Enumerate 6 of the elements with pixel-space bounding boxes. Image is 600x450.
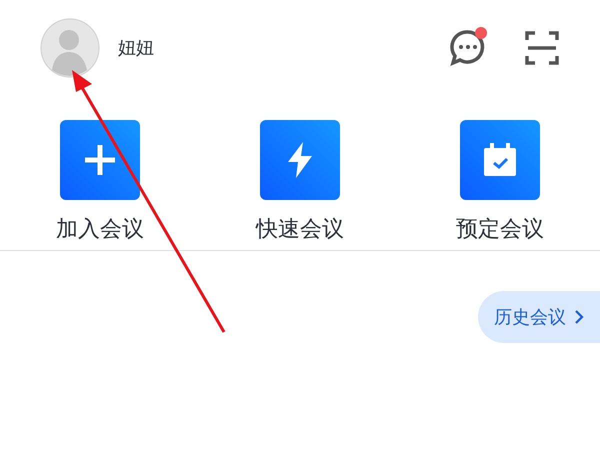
history-meetings-button[interactable]: 历史会议 (478, 291, 600, 343)
chevron-right-icon (574, 309, 584, 325)
user-name: 妞妞 (118, 36, 155, 60)
calendar-icon (483, 143, 517, 177)
lightning-icon (286, 142, 314, 178)
plus-icon (83, 143, 117, 177)
